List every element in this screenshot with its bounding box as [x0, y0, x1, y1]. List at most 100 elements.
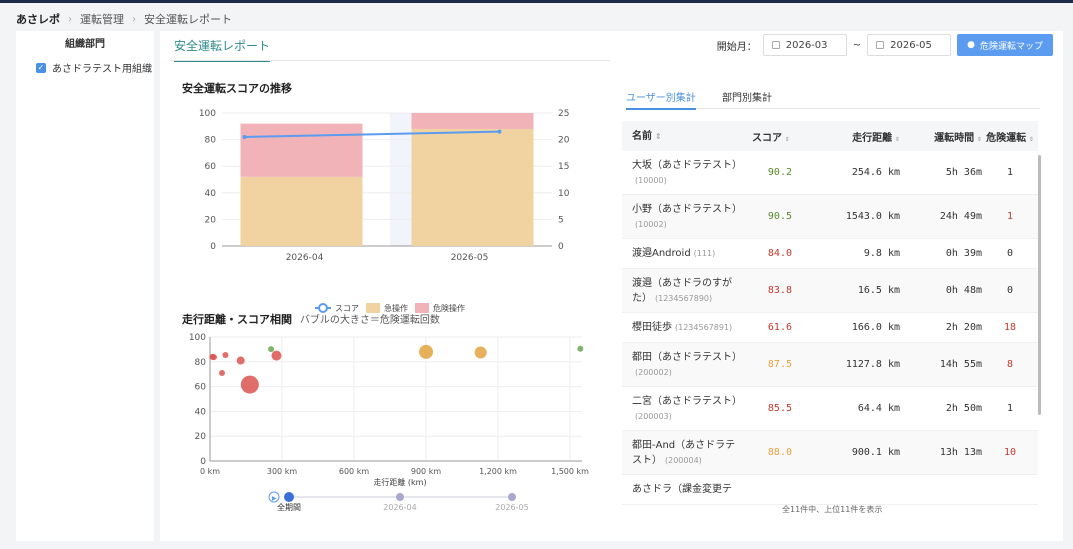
- bubble-point[interactable]: [419, 344, 434, 359]
- table-row[interactable]: 小野（あさドラテスト） (10002) 90.5 1543.0 km 24h 49m 1: [622, 195, 1038, 239]
- sidebar-item-label: あさドラテスト用組織: [52, 64, 152, 75]
- user-name: 二宮（あさドラテスト）: [632, 395, 742, 407]
- user-name: あさドラ（課金変更テ: [632, 484, 732, 495]
- check-icon[interactable]: ✓: [36, 62, 46, 73]
- timeline: ▶ 全期間 2026-04 2026-05: [268, 491, 529, 512]
- cell-name: 大坂（あさドラテスト） (10000): [622, 158, 742, 188]
- bar-danger[interactable]: [240, 123, 363, 177]
- col-danger-label: 危険運転: [986, 132, 1027, 144]
- bubble-point[interactable]: [210, 354, 217, 361]
- y-right-tick: 25: [558, 109, 569, 119]
- sidebar-item-org[interactable]: ✓ あさドラテスト用組織: [36, 60, 154, 75]
- y-left-tick: 60: [205, 162, 217, 172]
- user-name: 都田（あさドラテスト）: [632, 351, 742, 363]
- bubble-point[interactable]: [236, 356, 245, 365]
- col-name[interactable]: 名前 ⇕: [622, 129, 742, 144]
- tab-safety-report[interactable]: 安全運転レポート: [174, 37, 271, 62]
- start-month-input[interactable]: 2026-03: [762, 34, 847, 56]
- col-score-label: スコア: [752, 132, 782, 144]
- timeline-label-all[interactable]: 全期間: [277, 502, 301, 512]
- cell-danger: 1: [1006, 403, 1014, 414]
- col-score[interactable]: スコア ⇕: [742, 129, 792, 144]
- timeline-label-2026-04[interactable]: 2026-04: [383, 503, 416, 512]
- col-distance[interactable]: 走行距離 ⇕: [792, 129, 900, 144]
- table-footer-note: 全11件中、上位11件を表示: [782, 505, 883, 514]
- cell-time: 14h 55m: [939, 359, 982, 370]
- cell-distance: 9.8 km: [863, 248, 900, 259]
- breadcrumb-level1[interactable]: 運転管理: [80, 11, 124, 27]
- x-tick: 600 km: [339, 467, 369, 476]
- table-row[interactable]: 渡邉（あさドラのすがた） (1234567890) 83.8 16.5 km 0h 48…: [622, 269, 1038, 313]
- y-right-tick: 15: [558, 162, 569, 172]
- bubble-point[interactable]: [222, 351, 229, 358]
- cell-score: 84.0: [767, 248, 792, 259]
- breadcrumb-home[interactable]: あさレポ: [16, 11, 60, 27]
- cell-name: 都田-And（あさドラテスト） (200004): [622, 438, 742, 468]
- score-point[interactable]: [497, 129, 502, 134]
- timeline-label-2026-05[interactable]: 2026-05: [495, 503, 528, 512]
- end-month-input[interactable]: 2026-05: [867, 34, 952, 56]
- score-point[interactable]: [242, 134, 247, 139]
- table-row[interactable]: 櫻田徒歩 (1234567891) 61.6 166.0 km 2h 20m 18: [622, 313, 1038, 343]
- col-danger[interactable]: 危険運転 ⇕: [982, 129, 1038, 144]
- cell-danger: 18: [1003, 322, 1017, 333]
- bubble-point[interactable]: [268, 346, 275, 353]
- cell-danger: 1: [1006, 211, 1014, 222]
- cell-distance: 254.6 km: [851, 167, 900, 178]
- tab-dept-summary[interactable]: 部門別集計: [722, 89, 772, 104]
- table-row[interactable]: 二宮（あさドラテスト） (200003) 85.5 64.4 km 2h 50m 1: [622, 387, 1038, 431]
- cell-time: 5h 36m: [945, 167, 982, 178]
- chevron-right-icon: ›: [132, 13, 136, 25]
- table-row[interactable]: 渡邉Android (111) 84.0 9.8 km 0h 39m 0: [622, 239, 1038, 269]
- x-tick: 1,200 km: [479, 467, 517, 476]
- main-panel: 安全運転レポート 開始月： 2026-03 ~ 2026-05 ● 危険運転マッ…: [160, 31, 1063, 541]
- start-label: 開始月：: [716, 41, 757, 53]
- y-left-tick: 100: [199, 109, 216, 119]
- cell-time: 0h 39m: [945, 248, 982, 259]
- sort-icon: ⇕: [785, 133, 790, 143]
- table-row[interactable]: あさドラ（課金変更テ: [622, 475, 1038, 505]
- bubble-point[interactable]: [271, 350, 282, 361]
- table-row[interactable]: 都田-And（あさドラテスト） (200004) 88.0 900.1 km 13h 1…: [622, 431, 1038, 475]
- calendar-icon: [771, 41, 780, 49]
- y-tick: 0: [200, 457, 206, 467]
- cell-name: 渡邉Android (111): [622, 246, 742, 261]
- trend-chart-title: 安全運転スコアの推移: [182, 82, 292, 95]
- chevron-right-icon: ›: [68, 13, 72, 25]
- date-range: 開始月： 2026-03 ~ 2026-05 ● 危険運転マップ: [717, 34, 1053, 56]
- cell-score: 61.6: [767, 322, 792, 333]
- sort-icon: ⇕: [1029, 133, 1034, 143]
- danger-map-button[interactable]: ● 危険運転マップ: [957, 34, 1053, 56]
- bubble-point[interactable]: [577, 345, 584, 352]
- y-tick: 20: [195, 432, 207, 442]
- timeline-dot-2026-04[interactable]: [396, 493, 404, 501]
- bubble-point[interactable]: [219, 369, 225, 376]
- cell-name: 櫻田徒歩 (1234567891): [622, 320, 742, 335]
- cell-distance: 64.4 km: [857, 403, 900, 414]
- trend-chart: 10080604020025201510502026-04 2026-05 スコア…: [199, 109, 570, 313]
- bar-sudden[interactable]: [240, 176, 363, 246]
- cell-score: 90.5: [767, 211, 792, 222]
- cell-danger: 1: [1006, 167, 1014, 178]
- right-tabs: ユーザー別集計 部門別集計: [626, 89, 1040, 110]
- cell-score: 88.0: [767, 447, 792, 458]
- bar-sudden[interactable]: [411, 128, 534, 246]
- tab-user-summary[interactable]: ユーザー別集計: [626, 89, 696, 110]
- y-tick: 100: [189, 333, 206, 343]
- table-row[interactable]: 都田（あさドラテスト） (200002) 87.5 1127.8 km 14h 55m 8: [622, 343, 1038, 387]
- timeline-dot-2026-05[interactable]: [508, 493, 516, 501]
- cell-danger: 0: [1006, 248, 1014, 259]
- timeline-dot-all[interactable]: [284, 492, 294, 502]
- danger-map-label: 危険運転マップ: [979, 41, 1043, 52]
- table-scrollbar[interactable]: [1038, 155, 1041, 415]
- cell-score: 83.8: [767, 285, 792, 296]
- col-time[interactable]: 運転時間 ⇕: [900, 129, 982, 144]
- sort-icon: ⇕: [655, 131, 662, 141]
- cell-time: 0h 48m: [945, 285, 982, 296]
- bar-danger[interactable]: [411, 113, 534, 129]
- y-tick: 40: [195, 407, 207, 417]
- bubble-point[interactable]: [240, 375, 259, 394]
- table-row[interactable]: 大坂（あさドラテスト） (10000) 90.2 254.6 km 5h 36m 1: [622, 151, 1038, 195]
- col-distance-label: 走行距離: [852, 132, 893, 144]
- bubble-point[interactable]: [474, 346, 487, 359]
